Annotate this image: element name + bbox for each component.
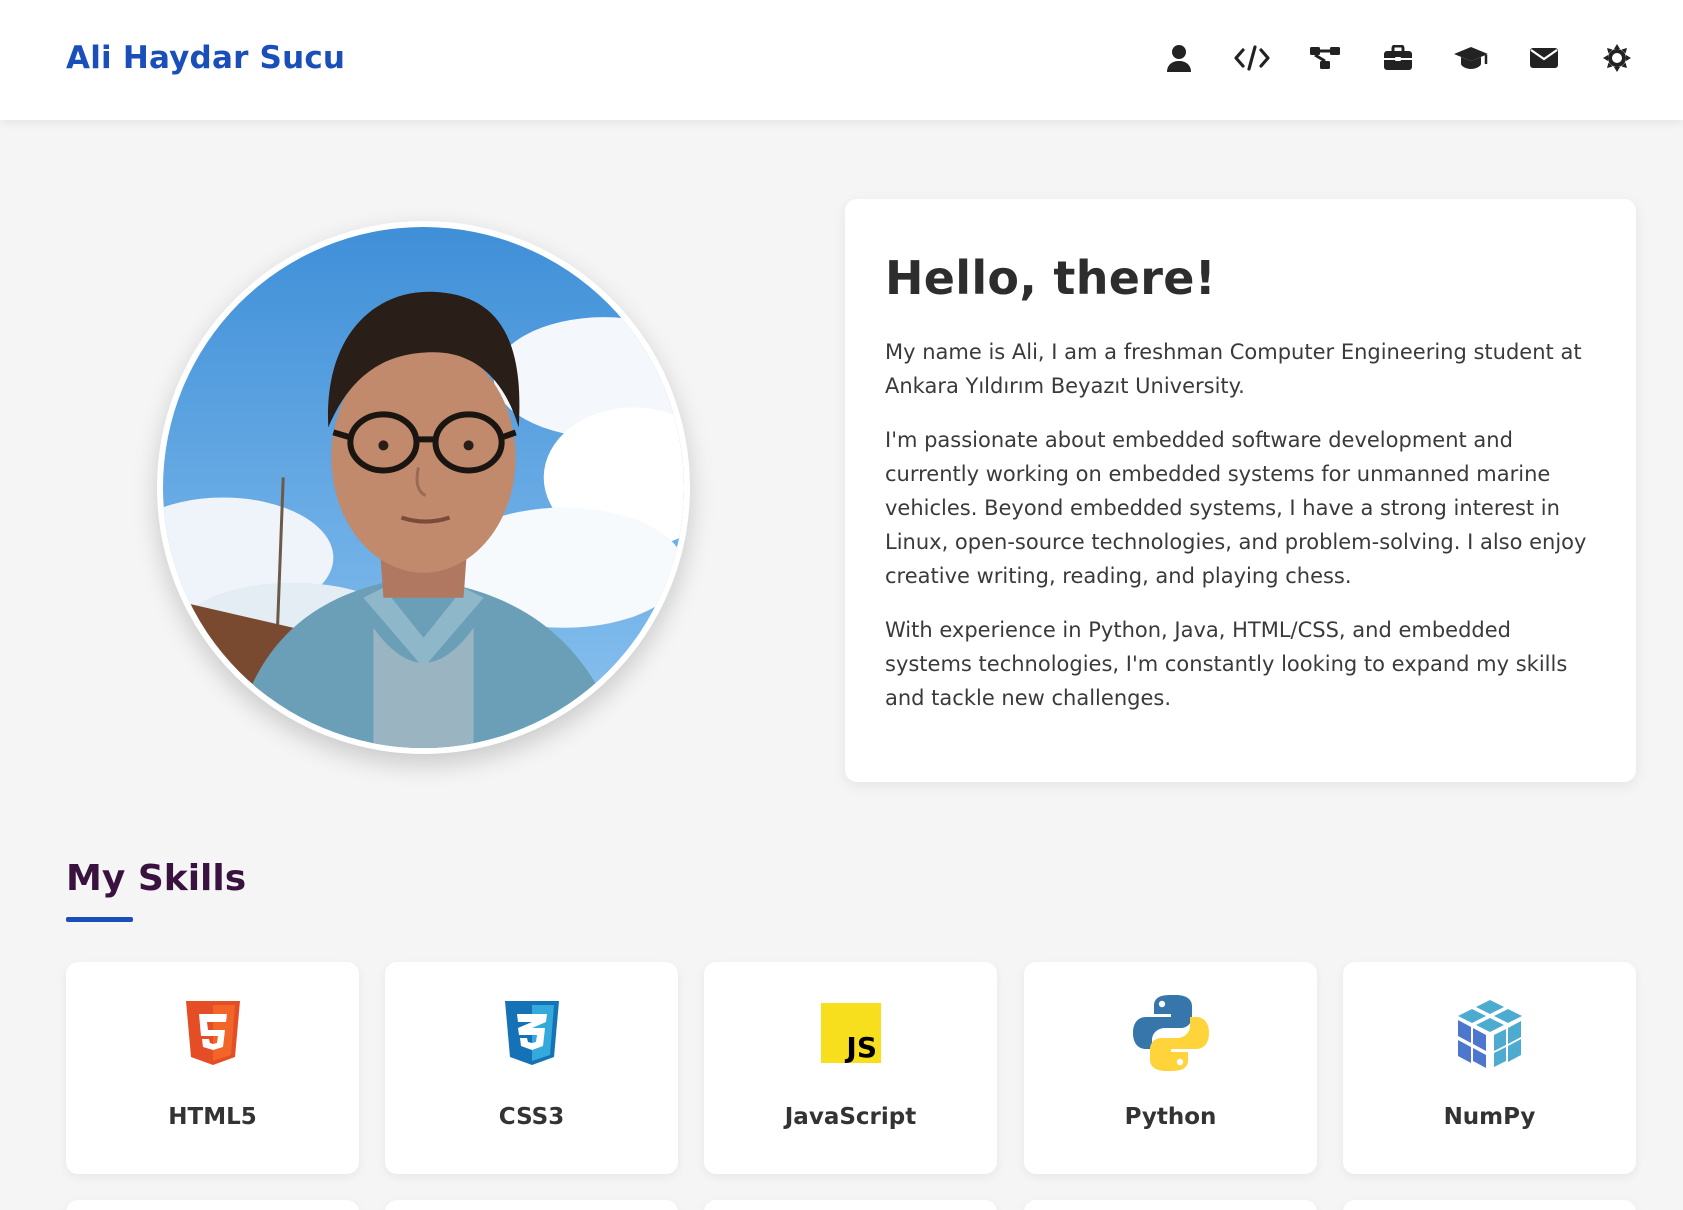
nav-contact-envelope-icon[interactable] xyxy=(1526,38,1562,78)
skill-card-html5: HTML5 xyxy=(66,962,359,1174)
about-title: Hello, there! xyxy=(885,251,1217,305)
skill-label: CSS3 xyxy=(498,1104,565,1130)
skill-card-next-row xyxy=(385,1200,678,1210)
theme-toggle-icon[interactable] xyxy=(1599,38,1635,78)
nav-projects-diagram-icon[interactable] xyxy=(1307,38,1343,78)
skill-card-next-row xyxy=(1343,1200,1636,1210)
skill-card-javascript: JS JavaScript xyxy=(704,962,997,1174)
skill-card-css3: CSS3 xyxy=(385,962,678,1174)
python-icon xyxy=(1131,992,1211,1074)
main-nav xyxy=(1161,38,1635,78)
about-card: Hello, there! My name is Ali, I am a fre… xyxy=(845,199,1636,782)
skills-title-underline xyxy=(66,917,133,922)
javascript-icon: JS xyxy=(820,992,881,1074)
skill-label: NumPy xyxy=(1443,1104,1536,1130)
about-paragraph-3: With experience in Python, Java, HTML/CS… xyxy=(885,618,1568,710)
skill-label: Python xyxy=(1124,1104,1217,1130)
html5-icon xyxy=(184,992,242,1074)
nav-education-graduation-cap-icon[interactable] xyxy=(1453,38,1489,78)
skills-title: My Skills xyxy=(66,858,247,899)
skill-card-next-row xyxy=(66,1200,359,1210)
skill-card-next-row xyxy=(1024,1200,1317,1210)
skill-card-numpy: NumPy xyxy=(1343,962,1636,1174)
numpy-icon xyxy=(1457,992,1523,1074)
about-paragraph-1: My name is Ali, I am a freshman Computer… xyxy=(885,340,1582,398)
svg-text:JS: JS xyxy=(844,1031,877,1063)
nav-skills-code-icon[interactable] xyxy=(1234,38,1270,78)
nav-about-user-icon[interactable] xyxy=(1161,38,1197,78)
nav-experience-briefcase-icon[interactable] xyxy=(1380,38,1416,78)
profile-photo xyxy=(157,221,690,754)
about-paragraph-2: I'm passionate about embedded software d… xyxy=(885,428,1587,588)
skill-label: HTML5 xyxy=(168,1104,257,1130)
site-header: Ali Haydar Sucu xyxy=(0,0,1683,120)
skill-card-python: Python xyxy=(1024,962,1317,1174)
skill-label: JavaScript xyxy=(784,1104,917,1130)
skill-card-next-row xyxy=(704,1200,997,1210)
brand-name[interactable]: Ali Haydar Sucu xyxy=(66,40,345,76)
css3-icon xyxy=(503,992,561,1074)
